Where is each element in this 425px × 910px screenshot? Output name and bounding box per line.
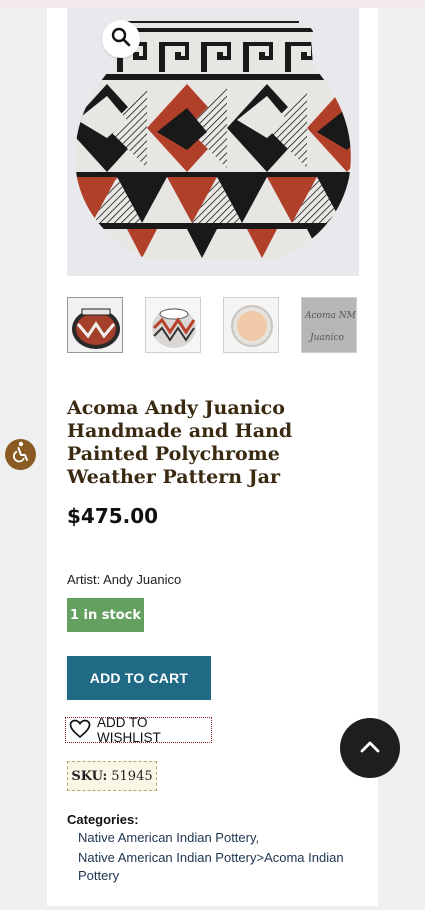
heart-icon [69,719,91,742]
product-title: Acoma Andy Juanico Handmade and Hand Pai… [67,397,293,488]
thumbnail-strip: Acoma NM Juanico [67,297,359,355]
chevron-up-icon [359,739,381,758]
thumbnail-jar-bottom[interactable] [223,297,279,353]
sku-value: 51945 [111,768,153,784]
artist-label: Artist: [67,572,101,587]
zoom-button[interactable] [102,20,140,58]
categories-label: Categories: [67,812,139,827]
add-to-cart-button[interactable]: ADD TO CART [67,656,211,700]
wishlist-label: ADD TO WISHLIST [97,715,161,745]
jar-top-thumbnail-image [146,298,200,352]
artist-line: Artist: Andy Juanico [67,572,181,587]
add-to-wishlist-button[interactable]: ADD TO WISHLIST [65,715,212,745]
product-price: $475.00 [67,504,159,528]
stock-badge: 1 in stock [67,598,144,632]
thumbnail-jar-front[interactable] [67,297,123,353]
thumbnail-jar-top[interactable] [145,297,201,353]
sku-label: SKU: [71,768,108,784]
sku-box: SKU: 51945 [67,761,157,791]
category-link-acoma-pottery[interactable]: Native American Indian Pottery>Acoma Ind… [78,849,348,885]
back-to-top-button[interactable] [340,718,400,778]
jar-bottom-thumbnail-image [224,298,278,352]
accessibility-icon [11,441,31,468]
page-top-border [0,0,425,8]
signature-thumbnail-image: Acoma NM Juanico [302,298,357,352]
thumbnail-signature[interactable]: Acoma NM Juanico [301,297,357,353]
product-main-image[interactable] [67,8,359,276]
jar-front-thumbnail-image [68,298,122,352]
search-icon [111,27,131,52]
product-card: Acoma NM Juanico Acoma Andy Juanico Hand… [47,8,378,906]
category-link-native-american-pottery[interactable]: Native American Indian Pottery, [78,829,308,847]
accessibility-button[interactable] [5,439,36,470]
artist-name: Andy Juanico [103,572,182,587]
svg-text:Acoma NM: Acoma NM [304,311,357,321]
svg-text:Juanico: Juanico [308,333,344,343]
